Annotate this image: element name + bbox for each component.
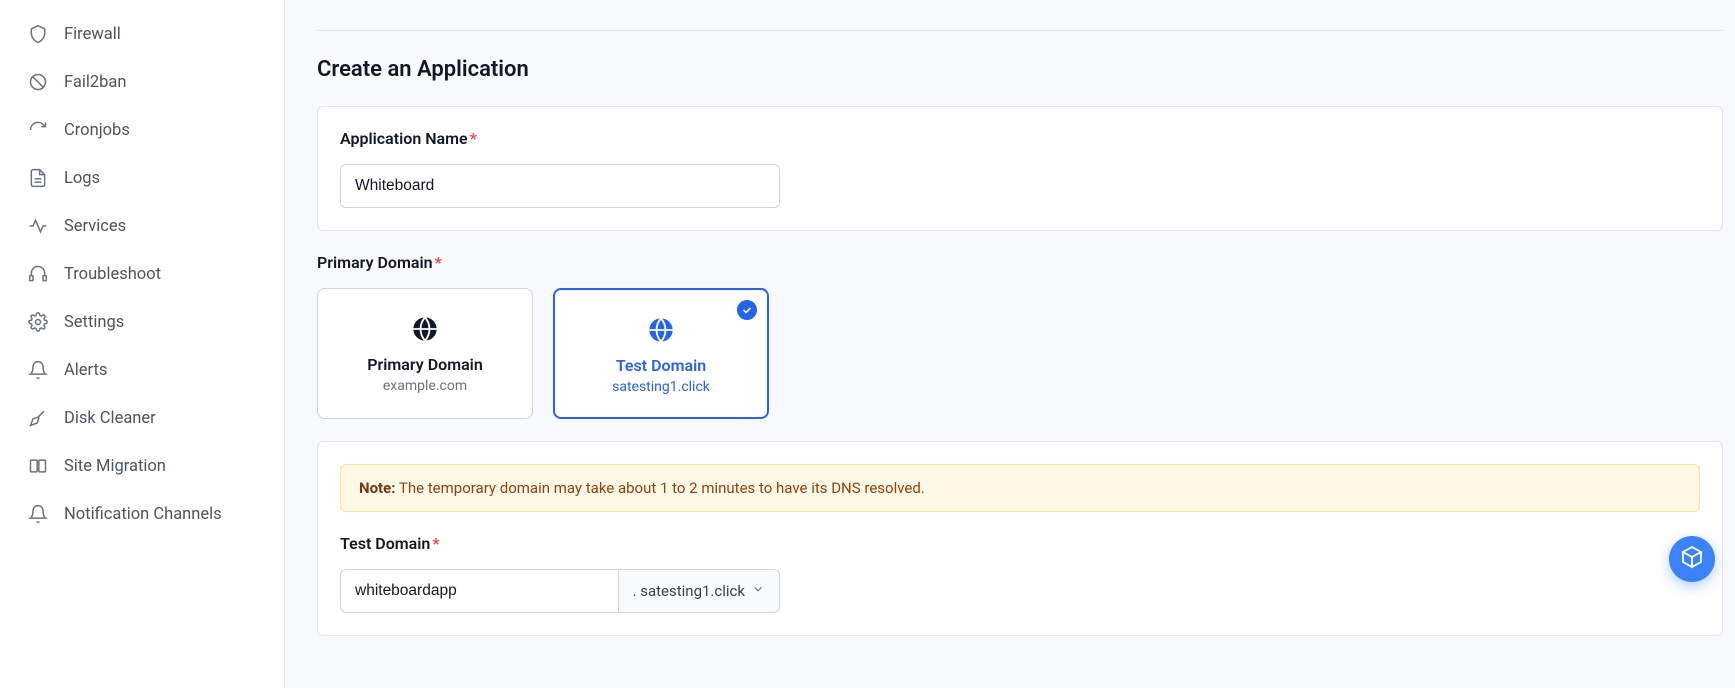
- domain-card-subtitle: satesting1.click: [573, 379, 749, 395]
- domain-card-subtitle: example.com: [336, 378, 514, 394]
- ban-icon: [28, 72, 48, 92]
- domain-card-title: Test Domain: [573, 356, 749, 375]
- sidebar-item-fail2ban[interactable]: Fail2ban: [0, 58, 284, 106]
- cube-icon: [1680, 545, 1704, 573]
- test-domain-input-group: . satesting1.click: [340, 569, 780, 613]
- sidebar: Firewall Fail2ban Cronjobs Logs Services…: [0, 0, 285, 688]
- globe-icon: [336, 315, 514, 343]
- bell-icon: [28, 504, 48, 524]
- primary-domain-label: Primary Domain*: [317, 253, 1735, 272]
- sidebar-item-troubleshoot[interactable]: Troubleshoot: [0, 250, 284, 298]
- test-domain-suffix-dropdown[interactable]: . satesting1.click: [618, 569, 780, 613]
- sidebar-item-label: Troubleshoot: [64, 265, 161, 284]
- sidebar-item-alerts[interactable]: Alerts: [0, 346, 284, 394]
- required-marker: *: [435, 253, 442, 272]
- sidebar-item-disk-cleaner[interactable]: Disk Cleaner: [0, 394, 284, 442]
- note-text: The temporary domain may take about 1 to…: [399, 479, 925, 497]
- test-domain-suffix-label: . satesting1.click: [633, 582, 745, 600]
- sidebar-item-label: Services: [64, 217, 126, 236]
- domain-options: Primary Domain example.com Test Domain s…: [317, 288, 1735, 419]
- gear-icon: [28, 312, 48, 332]
- domain-card-title: Primary Domain: [336, 355, 514, 374]
- main-content: Create an Application Application Name* …: [285, 0, 1735, 688]
- sidebar-item-site-migration[interactable]: Site Migration: [0, 442, 284, 490]
- required-marker: *: [432, 534, 439, 553]
- bell-icon: [28, 360, 48, 380]
- chevron-down-icon: [751, 582, 765, 600]
- check-icon: [737, 300, 757, 320]
- sidebar-item-services[interactable]: Services: [0, 202, 284, 250]
- sidebar-item-label: Fail2ban: [64, 73, 126, 92]
- broom-icon: [28, 408, 48, 428]
- sidebar-item-label: Site Migration: [64, 457, 166, 476]
- sidebar-item-label: Disk Cleaner: [64, 409, 156, 428]
- test-domain-label: Test Domain*: [340, 534, 1700, 553]
- panels-icon: [28, 456, 48, 476]
- note-prefix: Note:: [359, 479, 395, 497]
- sidebar-item-logs[interactable]: Logs: [0, 154, 284, 202]
- sidebar-item-firewall[interactable]: Firewall: [0, 10, 284, 58]
- divider: [317, 30, 1723, 31]
- heartbeat-icon: [28, 216, 48, 236]
- app-name-label: Application Name*: [340, 129, 1700, 148]
- app-name-card: Application Name*: [317, 106, 1723, 231]
- help-fab[interactable]: [1669, 536, 1715, 582]
- shield-icon: [28, 24, 48, 44]
- page-title: Create an Application: [317, 57, 1735, 82]
- sidebar-item-settings[interactable]: Settings: [0, 298, 284, 346]
- sidebar-item-label: Settings: [64, 313, 124, 332]
- test-domain-input[interactable]: [340, 569, 618, 613]
- document-icon: [28, 168, 48, 188]
- headset-icon: [28, 264, 48, 284]
- sidebar-item-label: Notification Channels: [64, 505, 222, 524]
- app-name-input[interactable]: [340, 164, 780, 208]
- globe-icon: [573, 316, 749, 344]
- domain-card-primary[interactable]: Primary Domain example.com: [317, 288, 533, 419]
- required-marker: *: [470, 129, 477, 148]
- dns-note: Note: The temporary domain may take abou…: [340, 464, 1700, 512]
- sidebar-item-cronjobs[interactable]: Cronjobs: [0, 106, 284, 154]
- test-domain-card: Note: The temporary domain may take abou…: [317, 441, 1723, 636]
- refresh-icon: [28, 120, 48, 140]
- domain-card-test[interactable]: Test Domain satesting1.click: [553, 288, 769, 419]
- sidebar-item-label: Firewall: [64, 25, 121, 44]
- sidebar-item-notification-channels[interactable]: Notification Channels: [0, 490, 284, 538]
- sidebar-item-label: Logs: [64, 169, 100, 188]
- sidebar-item-label: Cronjobs: [64, 121, 130, 140]
- sidebar-item-label: Alerts: [64, 361, 107, 380]
